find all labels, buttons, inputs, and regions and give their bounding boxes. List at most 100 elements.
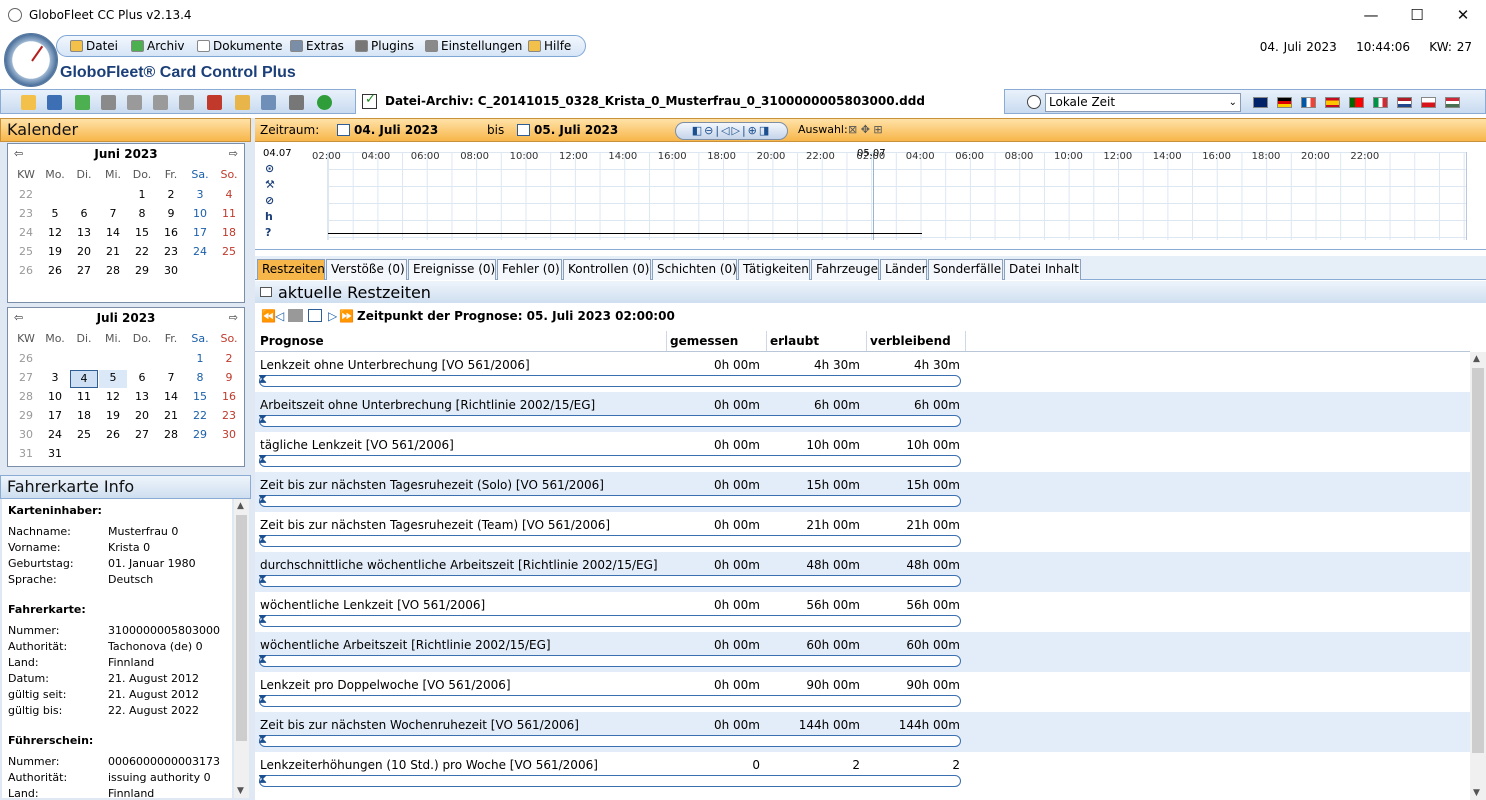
calendar-day[interactable]: 5 bbox=[41, 206, 69, 224]
calendar-day[interactable]: 24 bbox=[41, 427, 69, 445]
col-prognose[interactable]: Prognose bbox=[260, 334, 324, 348]
tab-0[interactable]: Restzeiten bbox=[257, 259, 325, 280]
calendar-day[interactable]: 2 bbox=[157, 187, 185, 205]
calendar-day[interactable]: 23 bbox=[157, 244, 185, 262]
tab-5[interactable]: Schichten (0) bbox=[652, 259, 737, 280]
calendar-day[interactable]: 10 bbox=[41, 389, 69, 407]
flag-de-icon[interactable] bbox=[1277, 97, 1292, 108]
flag-nl-icon[interactable] bbox=[1397, 97, 1412, 108]
calendar-day[interactable]: 24 bbox=[186, 244, 214, 262]
first-icon[interactable]: ⏪ bbox=[261, 309, 276, 323]
flag-uk-icon[interactable] bbox=[1253, 97, 1268, 108]
calendar-day[interactable]: 22 bbox=[186, 408, 214, 426]
calendar-day[interactable]: 20 bbox=[70, 244, 98, 262]
scroll-thumb[interactable] bbox=[236, 515, 247, 741]
table-row[interactable]: durchschnittliche wöchentliche Arbeitsze… bbox=[255, 552, 1470, 592]
table-row[interactable]: Zeit bis zur nächsten Tagesruhezeit (Tea… bbox=[255, 512, 1470, 552]
refresh-icon[interactable] bbox=[317, 95, 332, 110]
stop-icon[interactable] bbox=[288, 309, 303, 322]
calendar-day[interactable]: 18 bbox=[215, 225, 243, 243]
calendar-day[interactable]: 29 bbox=[186, 427, 214, 445]
archive-icon[interactable] bbox=[75, 95, 90, 110]
tab-8[interactable]: Länder bbox=[880, 259, 927, 280]
menu-item-extras[interactable]: Extras bbox=[290, 39, 344, 53]
tab-3[interactable]: Fehler (0) bbox=[497, 259, 562, 280]
calendar-day[interactable]: 27 bbox=[128, 427, 156, 445]
table-row[interactable]: Lenkzeit pro Doppelwoche [VO 561/2006] 0h… bbox=[255, 672, 1470, 712]
tab-2[interactable]: Ereignisse (0) bbox=[408, 259, 496, 280]
calendar-day[interactable]: 4 bbox=[215, 187, 243, 205]
calendar-day[interactable]: 7 bbox=[99, 206, 127, 224]
flag-fr-icon[interactable] bbox=[1301, 97, 1316, 108]
calendar-day[interactable]: 25 bbox=[70, 427, 98, 445]
tab-9[interactable]: Sonderfälle bbox=[928, 259, 1003, 280]
table-row[interactable]: Arbeitszeit ohne Unterbrechung [Richtlin… bbox=[255, 392, 1470, 432]
calendar-day[interactable]: 29 bbox=[128, 263, 156, 281]
open-folder-icon[interactable] bbox=[21, 95, 36, 110]
calendar-day[interactable]: 8 bbox=[186, 370, 214, 388]
calendar-day[interactable]: 16 bbox=[157, 225, 185, 243]
scroll-down-icon[interactable]: ▼ bbox=[237, 786, 244, 796]
selection-tools-icon[interactable]: ⊠ ✥ ⊞ bbox=[848, 123, 883, 136]
menu-item-einstellungen[interactable]: Einstellungen bbox=[425, 39, 522, 53]
calendar-day[interactable]: 5 bbox=[99, 370, 127, 388]
calendar-day[interactable]: 13 bbox=[128, 389, 156, 407]
calendar-day[interactable]: 12 bbox=[99, 389, 127, 407]
prev-icon[interactable]: ◁ bbox=[275, 309, 284, 323]
next-icon[interactable]: ▷ bbox=[328, 309, 337, 323]
col-erlaubt[interactable]: erlaubt bbox=[770, 334, 819, 348]
calendar-day[interactable]: 25 bbox=[215, 244, 243, 262]
tab-7[interactable]: Fahrzeuge bbox=[811, 259, 879, 280]
calendar-day[interactable]: 23 bbox=[215, 408, 243, 426]
calendar-day[interactable]: 16 bbox=[215, 389, 243, 407]
tab-10[interactable]: Datei Inhalt bbox=[1004, 259, 1081, 280]
calendar-day[interactable]: 12 bbox=[41, 225, 69, 243]
tab-4[interactable]: Kontrollen (0) bbox=[563, 259, 651, 280]
table-row[interactable]: wöchentliche Lenkzeit [VO 561/2006] 0h 00… bbox=[255, 592, 1470, 632]
last-icon[interactable]: ⏩ bbox=[339, 309, 354, 323]
zoom-nav-controls[interactable]: ◧⊖|◁▷|⊕◨ bbox=[675, 122, 788, 140]
archive-checkbox[interactable] bbox=[362, 92, 377, 109]
main-scrollbar[interactable]: ▲ ▼ bbox=[1470, 352, 1486, 800]
maximize-button[interactable]: ☐ bbox=[1394, 0, 1440, 31]
scroll-up-icon[interactable]: ▲ bbox=[1473, 354, 1480, 364]
save-icon[interactable] bbox=[47, 95, 62, 110]
calendar-day[interactable]: 9 bbox=[215, 370, 243, 388]
table-row[interactable]: Zeit bis zur nächsten Tagesruhezeit (Sol… bbox=[255, 472, 1470, 512]
tab-1[interactable]: Verstöße (0) bbox=[326, 259, 407, 280]
calendar-day[interactable]: 11 bbox=[70, 389, 98, 407]
menu-item-hilfe[interactable]: Hilfe bbox=[528, 39, 571, 53]
date-from[interactable]: 04. Juli 2023 bbox=[337, 123, 438, 137]
flag-cz-icon[interactable] bbox=[1421, 97, 1436, 108]
calendar-day[interactable]: 21 bbox=[99, 244, 127, 262]
calendar-day[interactable]: 6 bbox=[128, 370, 156, 388]
calendar-day[interactable]: 7 bbox=[157, 370, 185, 388]
calendar-day[interactable]: 11 bbox=[215, 206, 243, 224]
timezone-select[interactable]: Lokale Zeit ⌄ bbox=[1045, 93, 1241, 112]
calendar-day[interactable]: 30 bbox=[215, 427, 243, 445]
calendar-day[interactable]: 1 bbox=[186, 351, 214, 369]
calendar-day[interactable]: 20 bbox=[128, 408, 156, 426]
calendar-day[interactable]: 19 bbox=[99, 408, 127, 426]
card-read-icon[interactable] bbox=[127, 95, 142, 110]
calendar-day[interactable]: 22 bbox=[128, 244, 156, 262]
calendar-day[interactable]: 17 bbox=[186, 225, 214, 243]
flag-it-icon[interactable] bbox=[1373, 97, 1388, 108]
calendar-day[interactable]: 4 bbox=[70, 370, 98, 388]
calendar-day[interactable]: 18 bbox=[70, 408, 98, 426]
calendar-day[interactable]: 26 bbox=[99, 427, 127, 445]
calendar-day[interactable]: 28 bbox=[157, 427, 185, 445]
card-write-icon[interactable] bbox=[153, 95, 168, 110]
calendar-day[interactable]: 6 bbox=[70, 206, 98, 224]
calendar-day[interactable]: 26 bbox=[41, 263, 69, 281]
flag-pt-icon[interactable] bbox=[1349, 97, 1364, 108]
minimize-button[interactable]: — bbox=[1348, 0, 1394, 31]
download-icon[interactable] bbox=[101, 95, 116, 110]
calendar-day[interactable]: 21 bbox=[157, 408, 185, 426]
calendar-icon[interactable] bbox=[308, 309, 322, 322]
calendar-day[interactable]: 15 bbox=[186, 389, 214, 407]
table-row[interactable]: tägliche Lenkzeit [VO 561/2006] 0h 00m 10h… bbox=[255, 432, 1470, 472]
close-button[interactable]: ✕ bbox=[1440, 0, 1486, 31]
calendar-day[interactable]: 19 bbox=[41, 244, 69, 262]
tab-6[interactable]: Tätigkeiten bbox=[738, 259, 810, 280]
